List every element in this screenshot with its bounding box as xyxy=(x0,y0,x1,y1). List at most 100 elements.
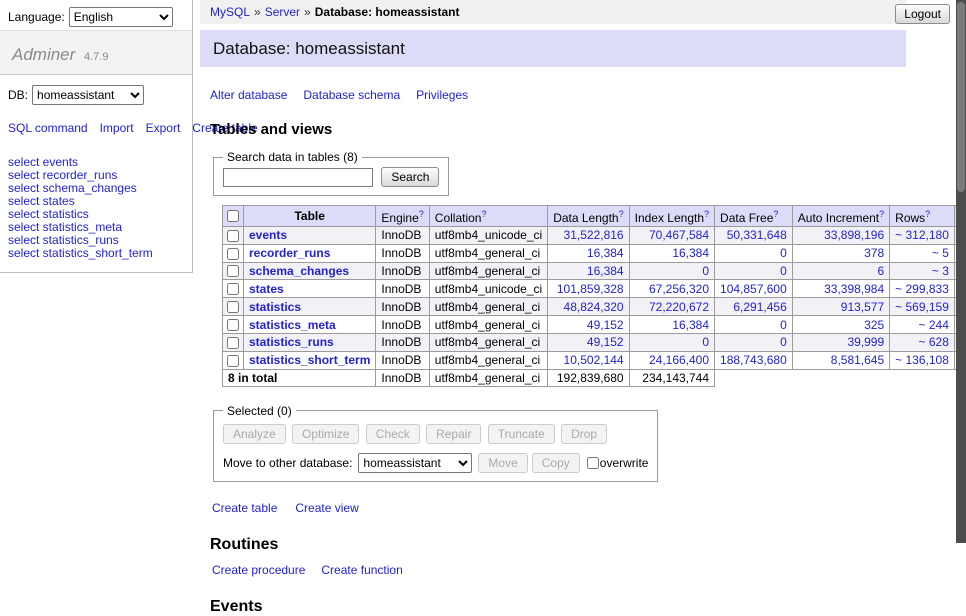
index-length-link[interactable]: 0 xyxy=(702,264,709,278)
create-view-link[interactable]: Create view xyxy=(295,501,358,515)
rows-count-link[interactable]: ~ 5 xyxy=(932,246,949,260)
sidebar-table-link-statistics-meta[interactable]: select statistics_meta xyxy=(8,221,184,234)
vertical-scrollbar[interactable] xyxy=(956,0,966,543)
drop-button[interactable]: Drop xyxy=(561,424,607,444)
help-icon[interactable]: ? xyxy=(879,209,884,219)
rows-count-link[interactable]: ~ 569,159 xyxy=(895,300,949,314)
data-free-link[interactable]: 0 xyxy=(780,335,787,349)
data-free-link[interactable]: 50,331,648 xyxy=(727,228,787,242)
rows-count-link[interactable]: ~ 312,180 xyxy=(895,228,949,242)
privileges-link[interactable]: Privileges xyxy=(416,88,468,102)
index-length-link[interactable]: 72,220,672 xyxy=(649,300,709,314)
sidebar-table-link-statistics-short-term[interactable]: select statistics_short_term xyxy=(8,247,184,260)
copy-button[interactable]: Copy xyxy=(532,453,580,473)
search-button[interactable]: Search xyxy=(381,167,439,187)
select-all-checkbox[interactable] xyxy=(227,210,239,222)
data-free-link[interactable]: 0 xyxy=(780,264,787,278)
create-function-link[interactable]: Create function xyxy=(321,563,402,577)
data-free-link[interactable]: 188,743,680 xyxy=(720,353,787,367)
help-icon[interactable]: ? xyxy=(773,209,778,219)
repair-button[interactable]: Repair xyxy=(426,424,481,444)
sidebar-table-link-statistics[interactable]: select statistics xyxy=(8,208,184,221)
sidebar-table-link-statistics-runs[interactable]: select statistics_runs xyxy=(8,234,184,247)
index-length-link[interactable]: 67,256,320 xyxy=(649,282,709,296)
db-select[interactable]: homeassistant xyxy=(32,85,144,105)
auto-increment-link[interactable]: 39,999 xyxy=(847,335,884,349)
table-link[interactable]: statistics_runs xyxy=(249,335,334,349)
sidebar-table-link-schema-changes[interactable]: select schema_changes xyxy=(8,182,184,195)
index-length-link[interactable]: 16,384 xyxy=(672,318,709,332)
data-length-link[interactable]: 49,152 xyxy=(587,318,624,332)
auto-increment-link[interactable]: 913,577 xyxy=(841,300,884,314)
rows-count-link[interactable]: ~ 3 xyxy=(932,264,949,278)
rows-count-link[interactable]: ~ 628 xyxy=(919,335,949,349)
sidebar-table-link-recorder-runs[interactable]: select recorder_runs xyxy=(8,169,184,182)
row-checkbox[interactable] xyxy=(227,337,239,349)
row-checkbox[interactable] xyxy=(227,355,239,367)
index-length-link[interactable]: 16,384 xyxy=(672,246,709,260)
adminer-logo-link[interactable]: Adminer xyxy=(12,45,75,64)
help-icon[interactable]: ? xyxy=(419,209,424,219)
rows-count-link[interactable]: ~ 136,108 xyxy=(895,353,949,367)
auto-increment-link[interactable]: 33,898,196 xyxy=(824,228,884,242)
optimize-button[interactable]: Optimize xyxy=(292,424,359,444)
row-checkbox[interactable] xyxy=(227,319,239,331)
index-length-link[interactable]: 24,166,400 xyxy=(649,353,709,367)
help-icon[interactable]: ? xyxy=(481,209,486,219)
table-link[interactable]: recorder_runs xyxy=(249,246,330,260)
data-length-link[interactable]: 31,522,816 xyxy=(564,228,624,242)
auto-increment-link[interactable]: 6 xyxy=(877,264,884,278)
row-checkbox[interactable] xyxy=(227,283,239,295)
auto-increment-link[interactable]: 325 xyxy=(864,318,884,332)
create-procedure-link[interactable]: Create procedure xyxy=(212,563,305,577)
alter-database-link[interactable]: Alter database xyxy=(210,88,287,102)
move-database-select[interactable]: homeassistant xyxy=(358,453,472,473)
scrollbar-thumb[interactable] xyxy=(957,2,965,192)
index-length-link[interactable]: 0 xyxy=(702,335,709,349)
check-button[interactable]: Check xyxy=(366,424,420,444)
sidebar-table-link-states[interactable]: select states xyxy=(8,195,184,208)
table-link[interactable]: states xyxy=(249,282,284,296)
row-checkbox[interactable] xyxy=(227,230,239,242)
table-link[interactable]: schema_changes xyxy=(249,264,349,278)
sql-command-link[interactable]: SQL command xyxy=(8,121,88,135)
table-link[interactable]: statistics_short_term xyxy=(249,353,370,367)
search-input[interactable] xyxy=(223,168,373,187)
breadcrumb-mysql-link[interactable]: MySQL xyxy=(210,5,250,19)
table-link[interactable]: statistics_meta xyxy=(249,318,336,332)
rows-count-link[interactable]: ~ 244 xyxy=(919,318,949,332)
row-checkbox[interactable] xyxy=(227,265,239,277)
help-icon[interactable]: ? xyxy=(619,209,624,219)
analyze-button[interactable]: Analyze xyxy=(223,424,286,444)
data-free-link[interactable]: 0 xyxy=(780,318,787,332)
overwrite-checkbox[interactable] xyxy=(587,457,599,469)
data-free-link[interactable]: 104,857,600 xyxy=(720,282,787,296)
create-table-link-bottom[interactable]: Create table xyxy=(212,501,277,515)
row-checkbox[interactable] xyxy=(227,301,239,313)
index-length-link[interactable]: 70,467,584 xyxy=(649,228,709,242)
logout-button[interactable]: Logout xyxy=(895,4,950,24)
auto-increment-link[interactable]: 8,581,645 xyxy=(831,353,884,367)
database-schema-link[interactable]: Database schema xyxy=(303,88,400,102)
row-checkbox[interactable] xyxy=(227,248,239,260)
data-free-link[interactable]: 6,291,456 xyxy=(733,300,786,314)
data-length-link[interactable]: 16,384 xyxy=(587,246,624,260)
import-link[interactable]: Import xyxy=(100,121,134,135)
data-length-link[interactable]: 10,502,144 xyxy=(564,353,624,367)
sidebar-table-link-events[interactable]: select events xyxy=(8,156,184,169)
data-free-link[interactable]: 0 xyxy=(780,246,787,260)
rows-count-link[interactable]: ~ 299,833 xyxy=(895,282,949,296)
data-length-link[interactable]: 101,859,328 xyxy=(557,282,624,296)
language-select[interactable]: English xyxy=(69,7,173,27)
move-button[interactable]: Move xyxy=(478,453,527,473)
auto-increment-link[interactable]: 33,398,984 xyxy=(824,282,884,296)
truncate-button[interactable]: Truncate xyxy=(488,424,555,444)
export-link[interactable]: Export xyxy=(146,121,181,135)
table-link[interactable]: events xyxy=(249,228,287,242)
data-length-link[interactable]: 48,824,320 xyxy=(564,300,624,314)
table-link[interactable]: statistics xyxy=(249,300,301,314)
breadcrumb-server-link[interactable]: Server xyxy=(265,5,300,19)
help-icon[interactable]: ? xyxy=(704,209,709,219)
auto-increment-link[interactable]: 378 xyxy=(864,246,884,260)
help-icon[interactable]: ? xyxy=(925,209,930,219)
